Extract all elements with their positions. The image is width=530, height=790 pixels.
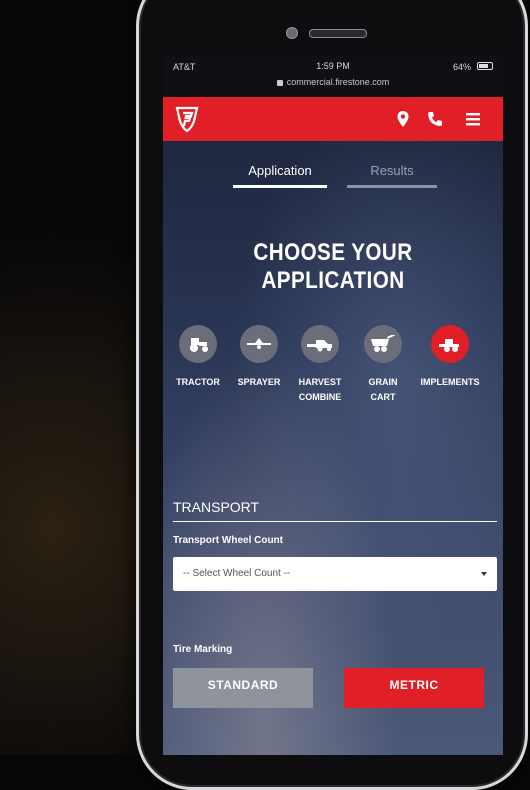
combine-icon bbox=[301, 325, 339, 363]
tab-application-underline bbox=[233, 185, 327, 188]
wheel-count-select[interactable]: -- Select Wheel Count -- bbox=[173, 557, 497, 591]
application-tractor[interactable]: TRACTOR bbox=[165, 325, 231, 390]
sprayer-icon bbox=[240, 325, 278, 363]
tractor-icon bbox=[179, 325, 217, 363]
tire-marking-label: Tire Marking bbox=[173, 644, 233, 655]
front-camera bbox=[286, 27, 298, 39]
phone-screen: AT&T 1:59 PM 64% commercial.firestone.co… bbox=[163, 55, 503, 755]
tab-results-label: Results bbox=[370, 163, 414, 178]
chevron-down-icon bbox=[481, 572, 487, 576]
phone-icon[interactable] bbox=[425, 109, 445, 129]
section-divider bbox=[173, 521, 497, 522]
application-tractor-label: TRACTOR bbox=[176, 377, 220, 387]
tab-results[interactable]: Results bbox=[347, 163, 437, 178]
application-grain-cart[interactable]: GRAIN CART bbox=[350, 325, 416, 405]
earpiece-speaker bbox=[309, 29, 367, 38]
standard-button[interactable]: STANDARD bbox=[173, 668, 313, 708]
page-title: CHOOSE YOUR APPLICATION bbox=[253, 239, 413, 294]
menu-icon[interactable] bbox=[463, 109, 483, 129]
address-bar[interactable]: commercial.firestone.com bbox=[163, 77, 503, 87]
metric-button[interactable]: METRIC bbox=[344, 668, 484, 708]
location-pin-icon[interactable] bbox=[393, 109, 413, 129]
firestone-logo-icon[interactable] bbox=[173, 105, 201, 133]
lock-icon bbox=[276, 80, 283, 86]
step-tabs: Application Results bbox=[163, 163, 503, 193]
battery-icon bbox=[477, 62, 493, 70]
application-implements-label: IMPLEMENTS bbox=[420, 377, 480, 387]
status-bar: AT&T 1:59 PM 64% commercial.firestone.co… bbox=[163, 55, 503, 97]
grain-cart-icon bbox=[364, 325, 402, 363]
application-harvest-combine[interactable]: HARVEST COMBINE bbox=[287, 325, 353, 405]
application-implements[interactable]: IMPLEMENTS bbox=[417, 325, 483, 390]
application-grain-cart-label: GRAIN CART bbox=[368, 377, 398, 402]
wheel-count-value: -- Select Wheel Count -- bbox=[183, 568, 291, 579]
application-sprayer-label: SPRAYER bbox=[237, 377, 281, 387]
battery-percent: 64% bbox=[452, 62, 471, 72]
application-harvest-combine-label: HARVEST COMBINE bbox=[298, 377, 342, 402]
application-sprayer[interactable]: SPRAYER bbox=[226, 325, 292, 390]
tab-results-underline bbox=[347, 185, 437, 188]
tab-application-label: Application bbox=[248, 163, 312, 178]
transport-section-title: TRANSPORT bbox=[173, 499, 260, 515]
wheel-count-label: Transport Wheel Count bbox=[173, 535, 283, 546]
implement-icon bbox=[431, 325, 469, 363]
tab-application[interactable]: Application bbox=[233, 163, 327, 178]
url-text: commercial.firestone.com bbox=[286, 77, 390, 87]
site-header bbox=[163, 97, 503, 141]
